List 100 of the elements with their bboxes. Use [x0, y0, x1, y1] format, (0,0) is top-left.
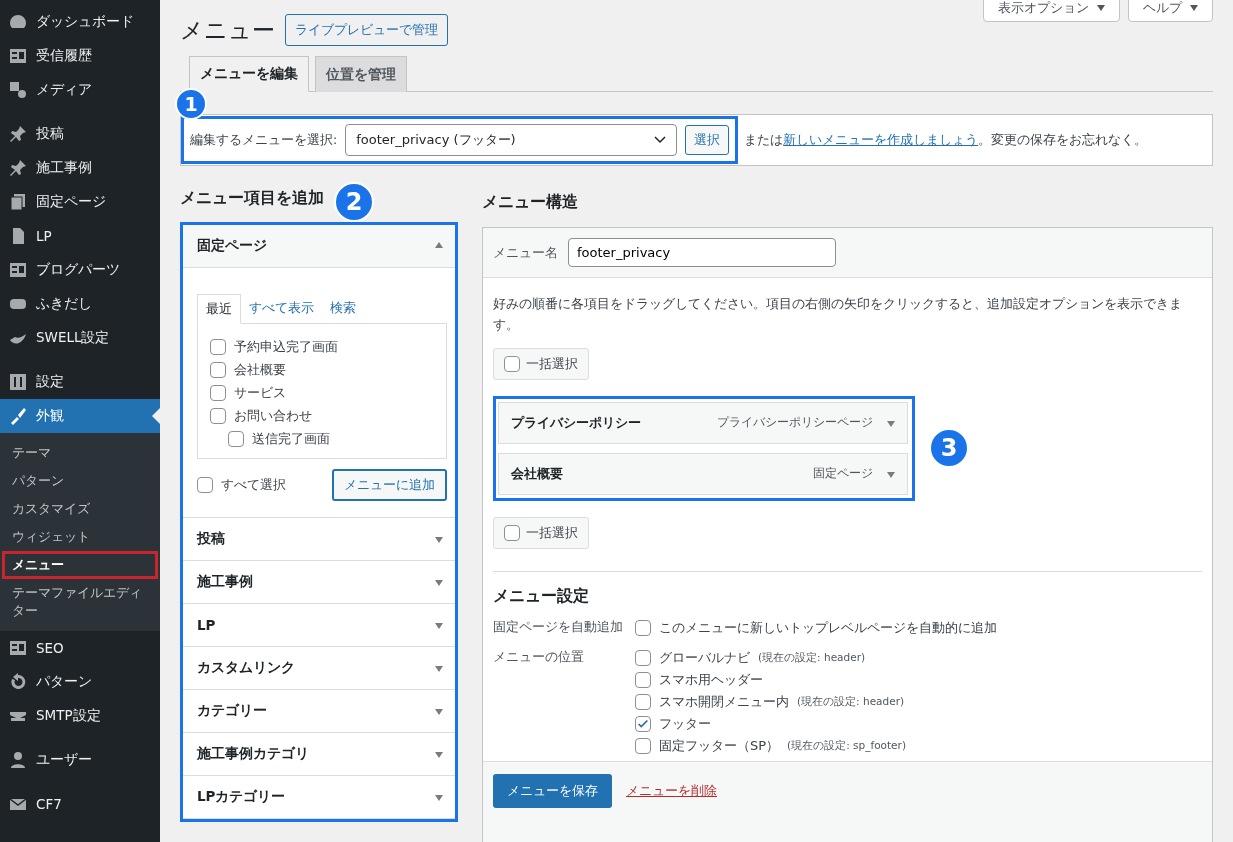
select-button[interactable]: 選択: [685, 125, 730, 155]
sidebar-item[interactable]: ダッシュボード: [0, 5, 160, 39]
submenu-item[interactable]: テーマ: [2, 439, 158, 467]
number-badge: 2: [334, 182, 374, 222]
grid-icon: [8, 260, 28, 280]
checkbox[interactable]: [504, 355, 520, 372]
save-menu-button[interactable]: メニューを保存: [493, 774, 612, 808]
sidebar-item[interactable]: ユーザー: [0, 743, 160, 777]
tab[interactable]: メニューを編集: [189, 56, 309, 92]
sidebar-item[interactable]: 施工事例: [0, 151, 160, 185]
sidebar-item[interactable]: SMTP設定: [0, 699, 160, 733]
checkbox[interactable]: [635, 649, 651, 666]
option-label: スマホ開閉メニュー内: [659, 692, 789, 711]
menu-select[interactable]: footer_privacy (フッター): [345, 124, 678, 156]
add-to-menu-button[interactable]: メニューに追加: [332, 469, 447, 501]
menu-item-bar[interactable]: 会社概要 固定ページ: [498, 452, 908, 495]
person-icon: [8, 750, 28, 770]
checkbox[interactable]: [635, 737, 651, 754]
page-title: メニュー: [180, 15, 275, 45]
setting-label: 固定ページを自動追加: [493, 618, 624, 636]
checkbox[interactable]: [635, 715, 651, 732]
checkbox[interactable]: [197, 477, 213, 493]
sidebar-item[interactable]: 固定ページ: [0, 185, 160, 219]
menu-item-title: プライバシーポリシー: [511, 413, 642, 432]
select-all-label: すべて選択: [221, 476, 286, 494]
submenu-item[interactable]: カスタマイズ: [2, 495, 158, 523]
chevron-icon: [654, 136, 667, 144]
bulk-select-button[interactable]: 一括選択: [493, 516, 589, 549]
checkbox[interactable]: [210, 362, 226, 378]
sidebar-item[interactable]: 設定: [0, 365, 160, 399]
sidebar-item[interactable]: SEO: [0, 631, 160, 665]
checkbox[interactable]: [228, 431, 244, 447]
option-note: (現在の設定: sp_footer): [787, 738, 906, 753]
delete-menu-link[interactable]: メニューを削除: [626, 782, 717, 800]
sidebar-item[interactable]: 受信履歴: [0, 39, 160, 73]
page-label: 予約申込完了画面: [234, 338, 338, 356]
caret-icon: [1190, 5, 1198, 11]
checkbox[interactable]: [635, 619, 651, 636]
page-label: サービス: [234, 384, 286, 402]
checkbox[interactable]: [635, 671, 651, 688]
checkbox[interactable]: [210, 385, 226, 401]
instructions-text: 好みの順番に各項目をドラッグしてください。項目の右側の矢印をクリックすると、追加設定オプションを表示できます。: [493, 295, 1183, 334]
option-label: このメニューに新しいトップレベルページを自動的に追加: [659, 618, 997, 637]
submenu-item[interactable]: パターン: [2, 467, 158, 495]
checkbox[interactable]: [210, 408, 226, 424]
menu-item-title: 会社概要: [511, 464, 564, 483]
page-label: お問い合わせ: [234, 407, 312, 425]
panel-tab[interactable]: 検索: [322, 294, 364, 323]
menu-item-type: 固定ページ: [813, 465, 873, 483]
sidebar-item[interactable]: 外観: [0, 399, 160, 433]
submenu-item[interactable]: テーマファイルエディター: [2, 579, 158, 625]
sidebar-item[interactable]: LP: [0, 219, 160, 253]
checkbox[interactable]: [635, 693, 651, 710]
number-badge: 3: [929, 428, 969, 469]
option-label: フッター: [659, 714, 711, 733]
menu-name-field[interactable]: footer_privacy: [568, 238, 836, 267]
sliders-icon: [8, 372, 28, 392]
accordion-header[interactable]: 固定ページ: [183, 225, 455, 268]
section-heading: メニュー構造: [482, 192, 579, 213]
sidebar-item[interactable]: ふきだし: [0, 287, 160, 321]
caret-icon: [1097, 5, 1105, 11]
checkbox[interactable]: [210, 339, 226, 355]
pin-icon: [8, 124, 28, 144]
dropdown-button[interactable]: ヘルプ: [1128, 0, 1213, 22]
sidebar-item[interactable]: パターン: [0, 665, 160, 699]
create-menu-link[interactable]: 新しいメニューを作成しましょう: [783, 131, 979, 147]
list-icon: [8, 638, 28, 658]
panel-tab[interactable]: 最近: [197, 294, 241, 324]
sidebar-item[interactable]: CF7: [0, 787, 160, 821]
submenu-item[interactable]: ウィジェット: [2, 523, 158, 551]
setting-label: メニューの位置: [493, 648, 585, 666]
select-hint: または新しいメニューを作成しましょう。変更の保存をお忘れなく。: [744, 131, 1148, 149]
option-note: (現在の設定: header): [797, 694, 905, 709]
sidebar-item[interactable]: SWELL設定: [0, 321, 160, 355]
pages-icon: [8, 192, 28, 212]
number-badge: 1: [175, 88, 207, 120]
panel-tab[interactable]: すべて表示: [241, 294, 322, 323]
dropdown-button[interactable]: 表示オプション: [983, 0, 1120, 22]
field-label: メニュー名: [493, 243, 558, 262]
media-icon: [8, 80, 28, 100]
page-label: 会社概要: [234, 361, 286, 379]
option-label: スマホ用ヘッダー: [659, 670, 763, 689]
pin-icon: [8, 158, 28, 178]
page-label: 送信完了画面: [252, 430, 330, 448]
option-label: 固定フッター（SP）: [659, 736, 780, 755]
list-icon: [8, 46, 28, 66]
option-label: グローバルナビ: [659, 648, 750, 667]
checkbox[interactable]: [504, 524, 520, 541]
sidebar-item[interactable]: ブログパーツ: [0, 253, 160, 287]
refresh-icon: [8, 672, 28, 692]
select-label: 編集するメニューを選択:: [190, 131, 338, 149]
bulk-select-button[interactable]: 一括選択: [493, 347, 589, 380]
live-preview-button[interactable]: ライブプレビューで管理: [285, 14, 448, 46]
menu-item-bar[interactable]: プライバシーポリシー プライバシーポリシーページ: [498, 401, 908, 444]
section-heading: メニュー項目を追加: [180, 187, 324, 209]
settings-heading: メニュー設定: [493, 585, 590, 607]
submenu-item[interactable]: メニュー: [2, 551, 158, 579]
sidebar-item[interactable]: 投稿: [0, 117, 160, 151]
sidebar-item[interactable]: メディア: [0, 73, 160, 107]
tab[interactable]: 位置を管理: [315, 56, 407, 92]
